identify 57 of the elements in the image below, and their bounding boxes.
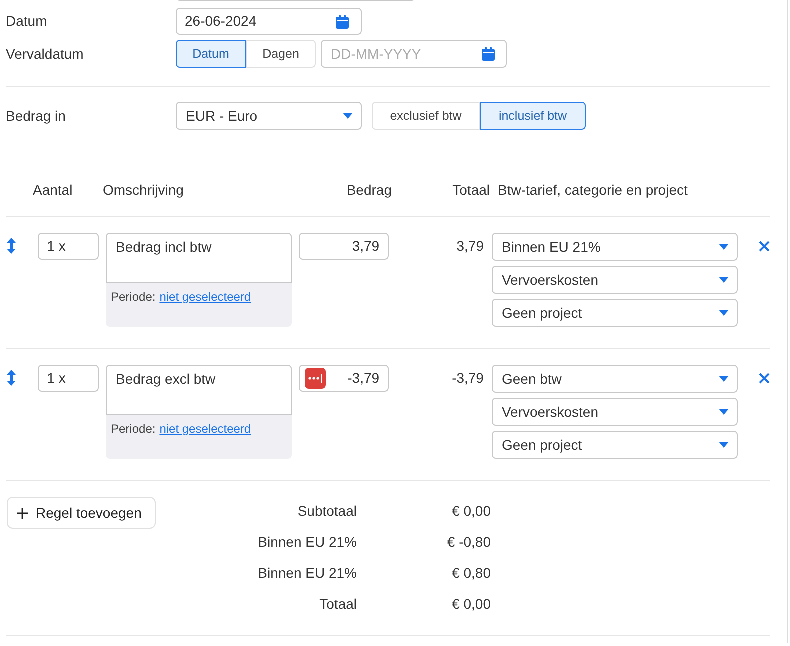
close-icon[interactable] xyxy=(758,373,770,384)
quantity-field[interactable]: 1 x xyxy=(38,365,99,392)
close-icon[interactable] xyxy=(758,241,770,252)
column-header: Btw-tarief, categorie en project xyxy=(498,180,688,200)
caret-icon xyxy=(343,113,353,119)
column-header: Omschrijving xyxy=(103,180,185,200)
dropdown-select[interactable]: Binnen EU 21% xyxy=(492,233,738,261)
caret-icon xyxy=(718,409,729,415)
total-value: € 0,00 xyxy=(451,502,491,521)
segment-tab[interactable]: inclusief btw xyxy=(480,102,586,130)
quantity-field[interactable]: 1 x xyxy=(38,233,99,260)
amount-field[interactable]: -3,79 xyxy=(298,365,389,392)
segment-tab[interactable]: Datum xyxy=(176,40,246,68)
drag-handle-icon[interactable] xyxy=(7,238,16,254)
line-total: 3,79 xyxy=(456,238,484,254)
add-line-button[interactable]: Regel toevoegen xyxy=(7,497,156,529)
caret-icon xyxy=(718,277,729,283)
total-label: Binnen EU 21% xyxy=(257,533,357,552)
total-value: € 0,80 xyxy=(451,564,491,583)
dropdown-select[interactable]: EUR - Euro xyxy=(176,102,362,130)
total-label: Binnen EU 21% xyxy=(257,564,357,583)
column-header: Totaal xyxy=(452,180,490,200)
segment-tab[interactable]: Dagen xyxy=(246,40,316,68)
field-label: Bedrag in xyxy=(6,106,67,126)
amount-field[interactable]: 3,79 xyxy=(298,233,389,260)
dropdown-select[interactable]: Geen project xyxy=(492,299,738,327)
total-label: Totaal xyxy=(318,595,357,614)
plus-icon xyxy=(17,508,28,518)
calendar-icon[interactable] xyxy=(482,47,495,61)
dropdown-select[interactable]: Vervoerskosten xyxy=(492,266,738,294)
caret-icon xyxy=(718,442,729,448)
description-field[interactable]: Bedrag incl btw xyxy=(106,233,292,283)
caret-icon xyxy=(718,310,729,316)
total-label: Subtotaal xyxy=(296,502,357,521)
date-field[interactable]: DD-MM-YYYY xyxy=(321,40,507,68)
period-link[interactable]: niet geselecteerd xyxy=(160,420,252,438)
total-value: € -0,80 xyxy=(446,533,491,552)
field-label: Datum xyxy=(6,12,48,31)
total-value: € 0,00 xyxy=(451,595,491,614)
date-field[interactable]: 26-06-2024 xyxy=(176,8,362,35)
column-header: Aantal xyxy=(33,180,74,200)
description-field[interactable]: Bedrag excl btw xyxy=(106,365,292,415)
caret-icon xyxy=(718,244,729,250)
column-header: Bedrag xyxy=(346,180,392,200)
dropdown-select[interactable]: Geen btw xyxy=(492,365,738,393)
drag-handle-icon[interactable] xyxy=(7,370,16,386)
period-label: Periode: xyxy=(111,420,156,438)
segment-tab[interactable]: exclusief btw xyxy=(372,102,480,130)
caret-icon xyxy=(718,376,729,382)
period-link[interactable]: niet geselecteerd xyxy=(160,288,252,306)
dropdown-select[interactable]: Geen project xyxy=(492,431,738,459)
period-label: Periode: xyxy=(111,288,156,306)
password-badge-icon[interactable] xyxy=(304,368,326,389)
field-label: Vervaldatum xyxy=(6,44,85,64)
line-total: -3,79 xyxy=(452,370,484,386)
calendar-icon[interactable] xyxy=(336,14,349,28)
dropdown-select[interactable]: Vervoerskosten xyxy=(492,398,738,426)
